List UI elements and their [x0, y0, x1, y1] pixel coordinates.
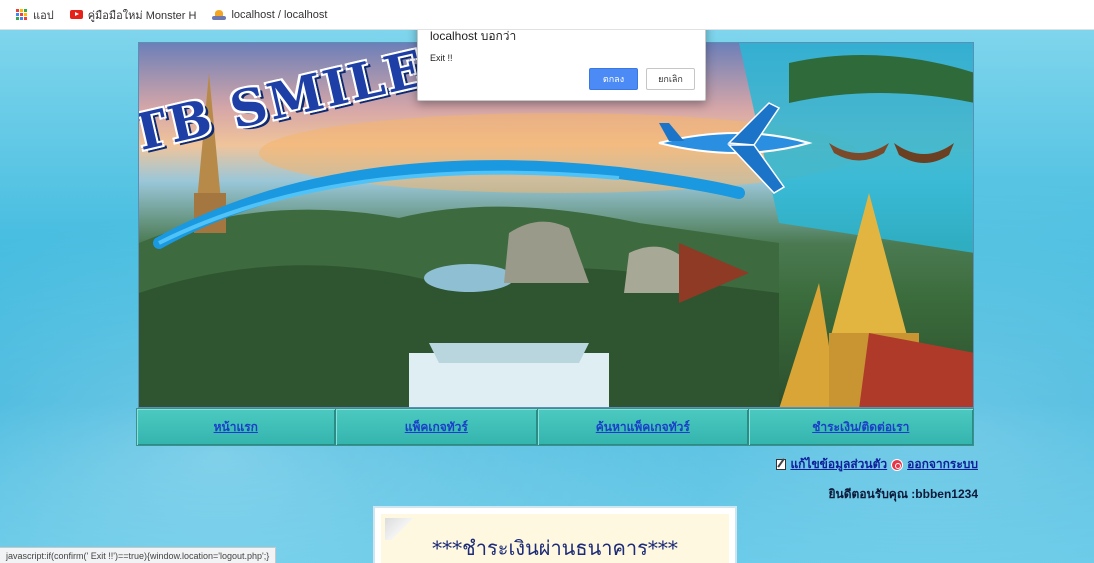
payment-title: ***ชำระเงินผ่านธนาคาร***: [432, 536, 678, 560]
status-bar: javascript:if(confirm(' Exit !!')==true)…: [0, 547, 277, 563]
main-nav: หน้าแรก แพ็คเกจทัวร์ ค้นหาแพ็คเกจทัวร์ ช…: [136, 408, 974, 446]
nav-payment-contact[interactable]: ชำระเงิน/ติดต่อเรา: [748, 409, 974, 445]
user-links: แก้ไขข้อมูลส่วนตัว ออกจากระบบ: [776, 455, 978, 474]
nav-tour-packages[interactable]: แพ็คเกจทัวร์: [335, 409, 539, 445]
ok-button[interactable]: ตกลง: [589, 68, 638, 90]
bookmark-label: คู่มือมือใหม่ Monster H: [87, 9, 197, 22]
logout-icon: [891, 458, 904, 471]
page-curl-decoration: [385, 518, 419, 540]
dialog-buttons: ตกลง ยกเลิก: [589, 68, 695, 90]
confirm-dialog: localhost บอกว่า Exit !! ตกลง ยกเลิก: [417, 30, 706, 101]
payment-box: ***ชำระเงินผ่านธนาคาร***: [373, 506, 737, 563]
bookmark-label: localhost / localhost: [231, 8, 328, 21]
nav-search-packages[interactable]: ค้นหาแพ็คเกจทัวร์: [538, 409, 749, 445]
bookmarks-bar: แอป คู่มือมือใหม่ Monster H localhost / …: [0, 0, 1094, 30]
cancel-button[interactable]: ยกเลิก: [646, 68, 695, 90]
edit-profile-link[interactable]: แก้ไขข้อมูลส่วนตัว: [790, 455, 887, 474]
edit-icon: [776, 459, 787, 470]
bookmark-label: แอป: [33, 9, 54, 22]
phpmyadmin-icon: [212, 9, 227, 20]
welcome-text: ยินดีตอนรับคุณ :bbben1234: [828, 487, 978, 501]
dialog-message: Exit !!: [430, 53, 453, 63]
nav-home[interactable]: หน้าแรก: [137, 409, 336, 445]
youtube-icon: [69, 10, 83, 19]
page-background: TB SMILE TOUR หน้าแรก แพ็คเกจทัวร์ ค้นหา…: [0, 30, 1094, 563]
bookmark-monster[interactable]: คู่มือมือใหม่ Monster H: [64, 6, 203, 24]
apps-grid-icon: [16, 8, 28, 21]
bookmark-apps[interactable]: แอป: [10, 6, 60, 24]
logout-link[interactable]: ออกจากระบบ: [907, 455, 978, 474]
dialog-title: localhost บอกว่า: [430, 30, 517, 43]
bookmark-localhost[interactable]: localhost / localhost: [206, 9, 333, 21]
payment-box-content: ***ชำระเงินผ่านธนาคาร***: [381, 514, 729, 563]
